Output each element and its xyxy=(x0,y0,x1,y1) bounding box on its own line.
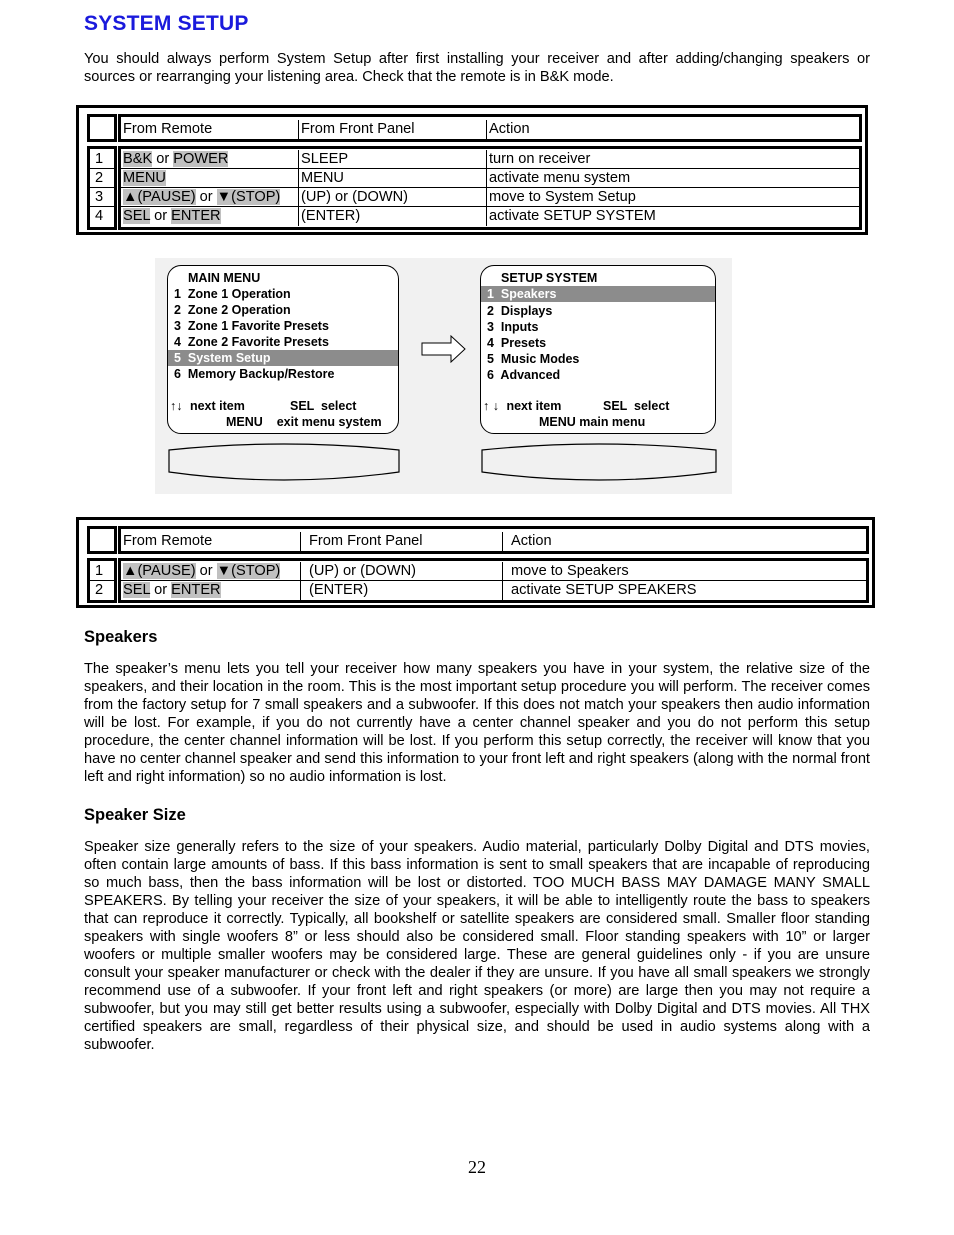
remote-key: MENU xyxy=(123,170,166,186)
steps-table-1: From Remote From Front Panel Action 1 2 3 4… xyxy=(76,105,868,235)
connector-text: or xyxy=(150,582,172,598)
header-from-remote: From Remote xyxy=(121,532,301,551)
connector-text: or xyxy=(195,563,217,579)
row-divider xyxy=(90,187,114,188)
steps-table-2: From Remote From Front Panel Action 12 ▲… xyxy=(76,517,875,608)
header-from-front-panel: From Front Panel xyxy=(299,120,487,139)
from-remote-cell: SEL or ENTER xyxy=(121,207,299,226)
header-action: Action xyxy=(489,121,530,137)
remote-key: ▼(STOP) xyxy=(216,563,281,579)
speaker-size-paragraph: Speaker size generally refers to the siz… xyxy=(84,839,870,1053)
menu-item: 6 Advanced xyxy=(487,368,561,382)
front-panel-cell: MENU xyxy=(299,169,487,188)
select-hint: SEL select xyxy=(290,399,357,413)
menu-item: 6 Memory Backup/Restore xyxy=(174,367,335,381)
steps-table-1-body: B&K or POWER SLEEP turn on receiver MENU MEN… xyxy=(118,146,862,230)
step-number-header xyxy=(87,114,117,142)
remote-key: SEL xyxy=(123,582,151,598)
row-divider xyxy=(90,580,114,581)
intro-paragraph: You should always perform System Setup a… xyxy=(84,51,870,85)
remote-key: SEL xyxy=(123,208,151,224)
row-divider xyxy=(90,168,114,169)
from-remote-cell: B&K or POWER xyxy=(121,150,299,169)
header-action: Action xyxy=(511,533,552,549)
up-down-arrows-icon: ↑ ↓ xyxy=(483,399,499,413)
row-divider xyxy=(90,206,114,207)
step-number: 1 xyxy=(95,151,104,167)
main-menu-screen: MAIN MENU 1 Zone 1 Operation 2 Zone 2 Oper… xyxy=(167,265,399,434)
from-remote-cell: ▲(PAUSE) or ▼(STOP) xyxy=(121,188,299,207)
menu-item-selected: 5 System Setup xyxy=(168,350,398,366)
menu-item-selected: 1 Speakers xyxy=(481,286,715,302)
connector-text: or xyxy=(152,151,174,167)
menu-diagram: MAIN MENU 1 Zone 1 Operation 2 Zone 2 Oper… xyxy=(155,258,732,494)
steps-table-2-body: ▲(PAUSE) or ▼(STOP) (UP) or (DOWN) move to… xyxy=(118,558,869,603)
step-numbers: 12 xyxy=(87,558,117,603)
menu-footer-exit: MENU main menu xyxy=(539,415,646,429)
from-remote-cell: ▲(PAUSE) or ▼(STOP) xyxy=(121,562,301,581)
step-number: 4 xyxy=(95,208,104,224)
from-remote-cell: MENU xyxy=(121,169,299,188)
page-title: SYSTEM SETUP xyxy=(84,12,249,35)
remote-key: B&K xyxy=(123,151,153,167)
action-cell: activate SETUP SPEAKERS xyxy=(511,582,697,598)
front-panel-cell: (UP) or (DOWN) xyxy=(299,188,487,207)
steps-table-1-header: From Remote From Front Panel Action xyxy=(118,114,862,142)
step-numbers: 1 2 3 4 xyxy=(87,146,117,230)
page-number: 22 xyxy=(468,1157,486,1177)
action-cell: turn on receiver xyxy=(489,151,591,167)
up-down-arrows-icon: ↑↓ xyxy=(170,399,183,413)
menu-item: 2 Displays xyxy=(487,304,553,318)
action-cell: move to Speakers xyxy=(511,563,629,579)
menu-item: 1 Zone 1 Operation xyxy=(174,287,291,301)
speakers-paragraph: The speaker’s menu lets you tell your re… xyxy=(84,661,870,785)
remote-key: POWER xyxy=(173,151,229,167)
front-panel-cell: SLEEP xyxy=(299,150,487,169)
menu-item: 5 Music Modes xyxy=(487,352,580,366)
display-lens-left xyxy=(168,443,400,481)
step-number: 1 xyxy=(95,563,104,579)
step-number: 2 xyxy=(95,582,104,598)
menu-item: 3 Zone 1 Favorite Presets xyxy=(174,319,329,333)
front-panel-cell: (ENTER) xyxy=(299,207,487,226)
header-from-remote: From Remote xyxy=(121,120,299,139)
speakers-heading: Speakers xyxy=(84,628,158,646)
connector-text: or xyxy=(195,189,217,205)
display-lens-right xyxy=(481,443,717,481)
menu-item: 4 Presets xyxy=(487,336,547,350)
next-item-hint: next item xyxy=(186,399,245,413)
menu-title: MAIN MENU xyxy=(188,271,261,285)
right-arrow-icon xyxy=(421,335,466,363)
remote-key: ▲(PAUSE) xyxy=(123,563,196,579)
front-panel-cell: (UP) or (DOWN) xyxy=(301,562,503,581)
action-cell: activate menu system xyxy=(489,170,631,186)
menu-footer-exit: MENU exit menu system xyxy=(226,415,382,429)
connector-text: or xyxy=(150,208,172,224)
next-item-hint: next item xyxy=(502,399,562,413)
menu-item: 3 Inputs xyxy=(487,320,539,334)
remote-key: ▼(STOP) xyxy=(216,189,281,205)
speaker-size-heading: Speaker Size xyxy=(84,806,186,824)
menu-item: 2 Zone 2 Operation xyxy=(174,303,291,317)
menu-footer-nav: ↑ ↓ next item SEL select xyxy=(481,398,715,414)
remote-key: ENTER xyxy=(171,208,221,224)
setup-system-screen: SETUP SYSTEM 1 Speakers 2 Displays 3 Inputs… xyxy=(480,265,716,434)
step-number: 2 xyxy=(95,170,104,186)
from-remote-cell: SEL or ENTER xyxy=(121,581,301,600)
steps-table-2-header: From Remote From Front Panel Action xyxy=(118,526,869,554)
menu-title: SETUP SYSTEM xyxy=(501,271,598,285)
step-number-header xyxy=(87,526,117,554)
select-hint: SEL select xyxy=(603,399,670,413)
menu-item: 4 Zone 2 Favorite Presets xyxy=(174,335,329,349)
action-cell: move to System Setup xyxy=(489,189,636,205)
step-number: 3 xyxy=(95,189,104,205)
menu-footer-nav: ↑↓ next item SEL select xyxy=(168,398,398,414)
header-from-front-panel: From Front Panel xyxy=(301,532,503,551)
action-cell: activate SETUP SYSTEM xyxy=(489,208,656,224)
front-panel-cell: (ENTER) xyxy=(301,581,503,600)
remote-key: ENTER xyxy=(171,582,221,598)
remote-key: ▲(PAUSE) xyxy=(123,189,196,205)
